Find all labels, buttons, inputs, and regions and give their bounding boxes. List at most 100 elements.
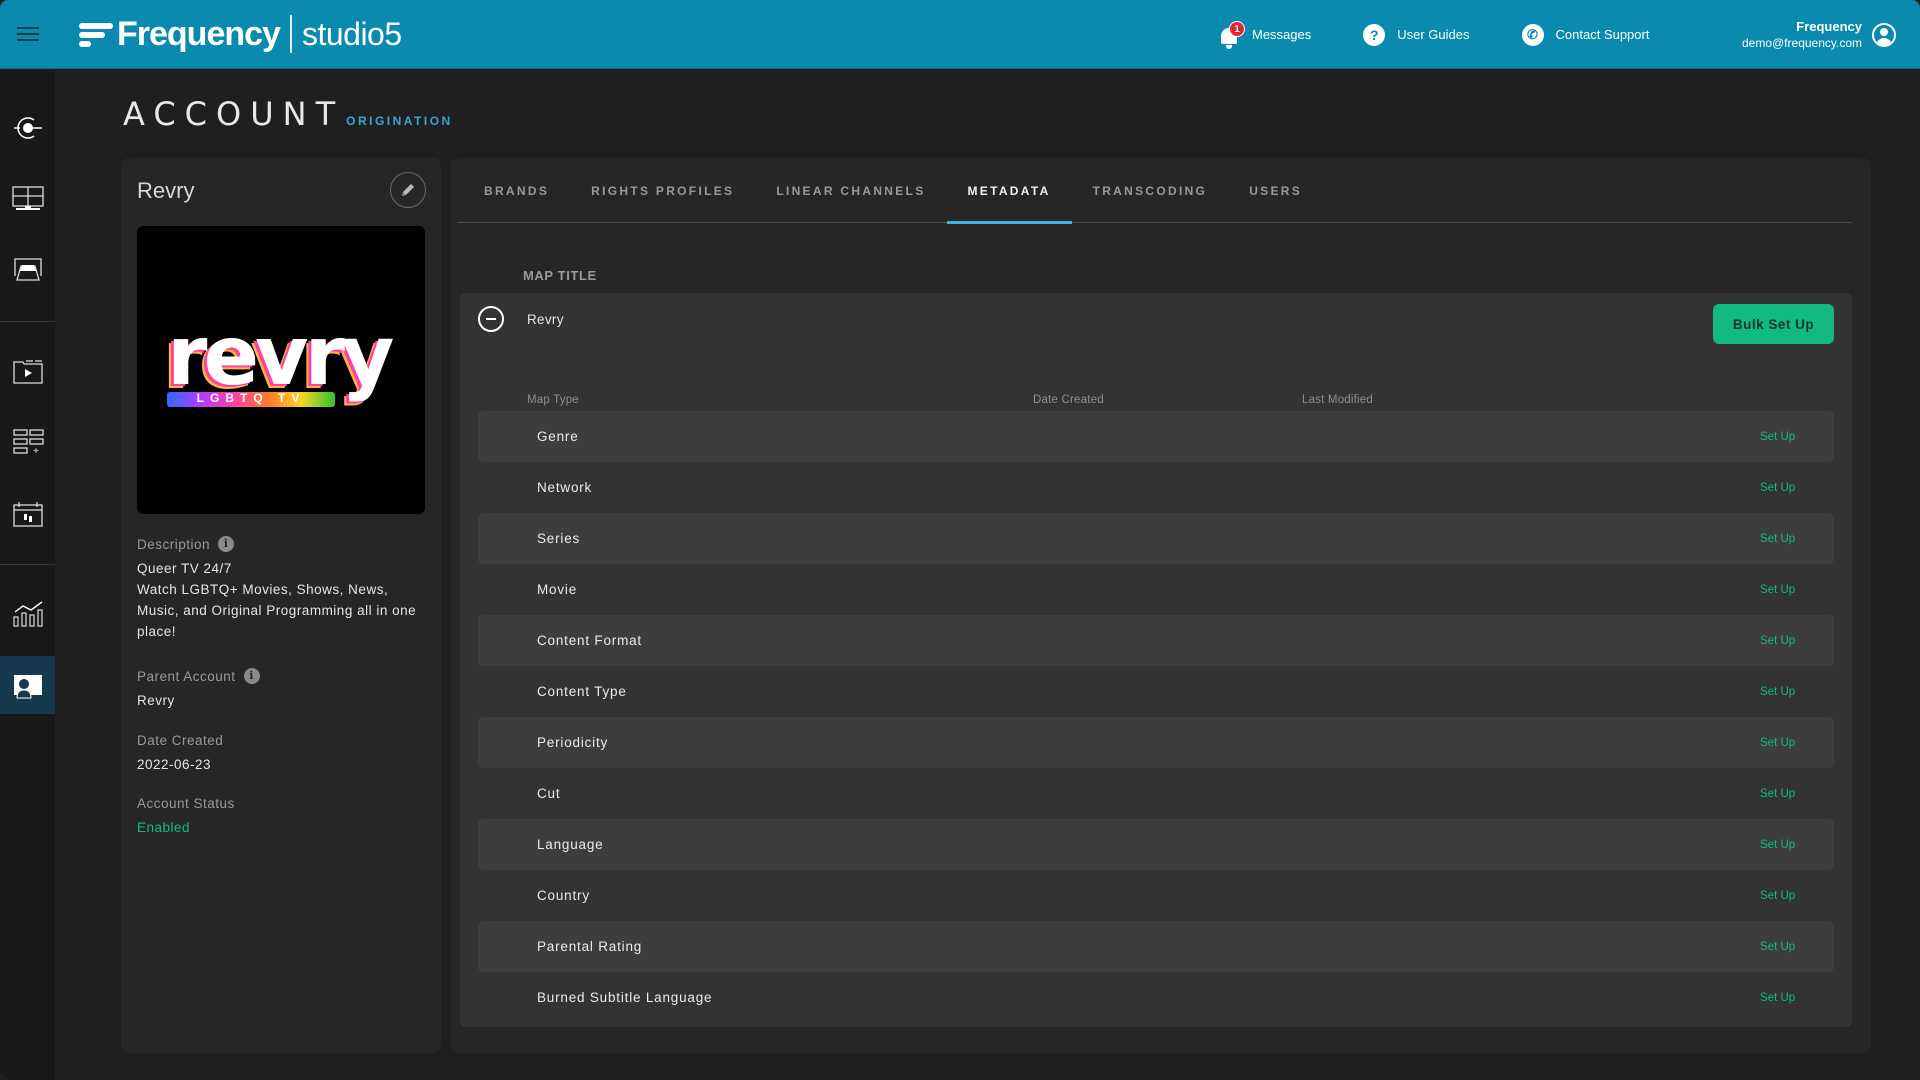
hamburger-menu-icon[interactable] xyxy=(17,27,39,41)
sidebar-item-account[interactable] xyxy=(0,656,55,714)
description-field: Description i Queer TV 24/7 Watch LGBTQ+… xyxy=(137,536,427,642)
frequency-logo-icon xyxy=(79,20,113,48)
map-name: Revry xyxy=(527,312,564,327)
setup-link[interactable]: Set Up xyxy=(1760,686,1795,698)
page-title-text: ACCOUNT xyxy=(123,95,345,133)
logo-wordmark: revry xyxy=(167,309,394,404)
edit-account-button[interactable] xyxy=(390,172,426,208)
setup-link[interactable]: Set Up xyxy=(1760,533,1795,545)
user-name: Frequency xyxy=(1796,19,1862,34)
map-type-label: Movie xyxy=(537,582,578,597)
phone-icon: ✆ xyxy=(1521,23,1544,46)
brand-name: Frequency xyxy=(117,14,281,53)
bulk-setup-button[interactable]: Bulk Set Up xyxy=(1713,304,1834,344)
parent-account-label-row: Parent Account i xyxy=(137,668,427,684)
info-icon[interactable]: i xyxy=(243,668,260,684)
metadata-map-row: Language Set Up xyxy=(478,819,1834,870)
monitor-grid-icon xyxy=(11,186,44,210)
account-tabs: BRANDS RIGHTS PROFILES LINEAR CHANNELS M… xyxy=(458,158,1852,224)
account-status-field: Account Status Enabled xyxy=(137,796,427,838)
metadata-map-row: Cut Set Up xyxy=(478,768,1834,819)
description-label-row: Description i xyxy=(137,536,427,552)
user-email: demo@frequency.com xyxy=(1741,36,1862,50)
parent-account-value: Revry xyxy=(137,693,175,708)
map-type-label: Burned Subtitle Language xyxy=(537,990,713,1005)
sidebar-item-devices[interactable] xyxy=(0,241,55,299)
setup-link[interactable]: Set Up xyxy=(1760,788,1795,800)
setup-link[interactable]: Set Up xyxy=(1760,890,1795,902)
setup-link[interactable]: Set Up xyxy=(1760,737,1795,749)
sidebar-item-origination[interactable] xyxy=(0,99,55,157)
setup-link[interactable]: Set Up xyxy=(1760,992,1795,1004)
contact-support-button[interactable]: ✆ Contact Support xyxy=(1521,23,1649,46)
tab-brands[interactable]: BRANDS xyxy=(458,158,570,223)
user-menu[interactable]: Frequency demo@frequency.com xyxy=(1742,0,1896,69)
logo-tagline: LGBTQ TV xyxy=(196,391,306,405)
pencil-icon xyxy=(402,184,414,196)
parent-account-label: Parent Account xyxy=(137,668,236,684)
account-name: Revry xyxy=(137,178,195,203)
page-subtitle: ORIGINATION xyxy=(346,114,453,128)
info-icon[interactable]: i xyxy=(218,536,235,552)
setup-link[interactable]: Set Up xyxy=(1760,482,1795,494)
account-icon xyxy=(13,675,42,699)
account-status-value: Enabled xyxy=(137,820,191,835)
tab-rights-profiles[interactable]: RIGHTS PROFILES xyxy=(570,158,755,223)
map-type-label: Periodicity xyxy=(537,735,609,750)
description-label: Description xyxy=(137,536,211,552)
origination-icon xyxy=(13,117,42,139)
sidebar-navigation xyxy=(0,70,55,1080)
setup-link[interactable]: Set Up xyxy=(1760,941,1795,953)
account-details-card: Revry revry LGBTQ TV Description i Queer… xyxy=(121,158,441,1053)
header-actions: 1 Messages ? User Guides ✆ Contact Suppo… xyxy=(1218,0,1701,69)
metadata-map-row: Series Set Up xyxy=(478,513,1834,564)
sidebar-item-layouts[interactable] xyxy=(0,412,55,470)
map-type-label: Genre xyxy=(537,429,579,444)
messages-label: Messages xyxy=(1252,27,1312,42)
setup-link[interactable]: Set Up xyxy=(1760,431,1795,443)
tab-linear-channels[interactable]: LINEAR CHANNELS xyxy=(755,158,946,223)
map-type-label: Country xyxy=(537,888,590,903)
column-header-map-type: Map Type xyxy=(527,394,579,406)
messages-button[interactable]: 1 Messages xyxy=(1218,20,1312,49)
user-guides-button[interactable]: ? User Guides xyxy=(1363,23,1470,46)
calendar-icon xyxy=(12,502,43,527)
metadata-map-row: Country Set Up xyxy=(478,870,1834,921)
setup-link[interactable]: Set Up xyxy=(1760,635,1795,647)
account-logo-image: revry LGBTQ TV xyxy=(137,226,425,514)
account-status-label: Account Status xyxy=(137,796,235,811)
messages-badge: 1 xyxy=(1229,20,1245,37)
sidebar-item-schedule[interactable] xyxy=(0,485,55,543)
metadata-map-row: Burned Subtitle Language Set Up xyxy=(478,972,1834,1023)
map-title-header: MAP TITLE xyxy=(523,268,597,283)
metadata-map-row: Parental Rating Set Up xyxy=(478,921,1834,972)
description-line-1: Queer TV 24/7 xyxy=(137,561,232,576)
account-settings-card: BRANDS RIGHTS PROFILES LINEAR CHANNELS M… xyxy=(450,158,1871,1053)
user-avatar-icon[interactable] xyxy=(1872,22,1896,47)
sidebar-divider xyxy=(0,321,55,322)
sidebar-item-analytics[interactable] xyxy=(0,585,55,643)
tab-users[interactable]: USERS xyxy=(1228,158,1323,223)
collapse-minus-icon[interactable] xyxy=(478,306,504,332)
map-type-label: Content Format xyxy=(537,633,642,648)
map-type-label: Network xyxy=(537,480,593,495)
sidebar-item-channels[interactable] xyxy=(0,170,55,228)
brand-logo[interactable]: Frequency studio5 xyxy=(79,14,402,54)
setup-link[interactable]: Set Up xyxy=(1760,839,1795,851)
metadata-map-row: Movie Set Up xyxy=(478,564,1834,615)
metadata-map-row: Genre Set Up xyxy=(478,411,1834,462)
map-type-label: Series xyxy=(537,531,581,546)
date-created-label: Date Created xyxy=(137,733,224,748)
setup-link[interactable]: Set Up xyxy=(1760,584,1795,596)
map-type-label: Content Type xyxy=(537,684,627,699)
tab-metadata[interactable]: METADATA xyxy=(946,158,1072,224)
column-header-last-modified: Last Modified xyxy=(1302,394,1373,406)
tab-transcoding[interactable]: TRANSCODING xyxy=(1072,158,1229,223)
metadata-map-list: Genre Set Up Network Set Up Series Set Up Movi… xyxy=(478,411,1834,1023)
metadata-map-row: Network Set Up xyxy=(478,462,1834,513)
sidebar-divider xyxy=(0,564,55,565)
description-value: Queer TV 24/7 Watch LGBTQ+ Movies, Shows… xyxy=(137,558,427,642)
description-line-2: Watch LGBTQ+ Movies, Shows, News, Music,… xyxy=(137,582,417,639)
sidebar-item-media[interactable] xyxy=(0,343,55,401)
user-info: Frequency demo@frequency.com xyxy=(1742,19,1862,50)
